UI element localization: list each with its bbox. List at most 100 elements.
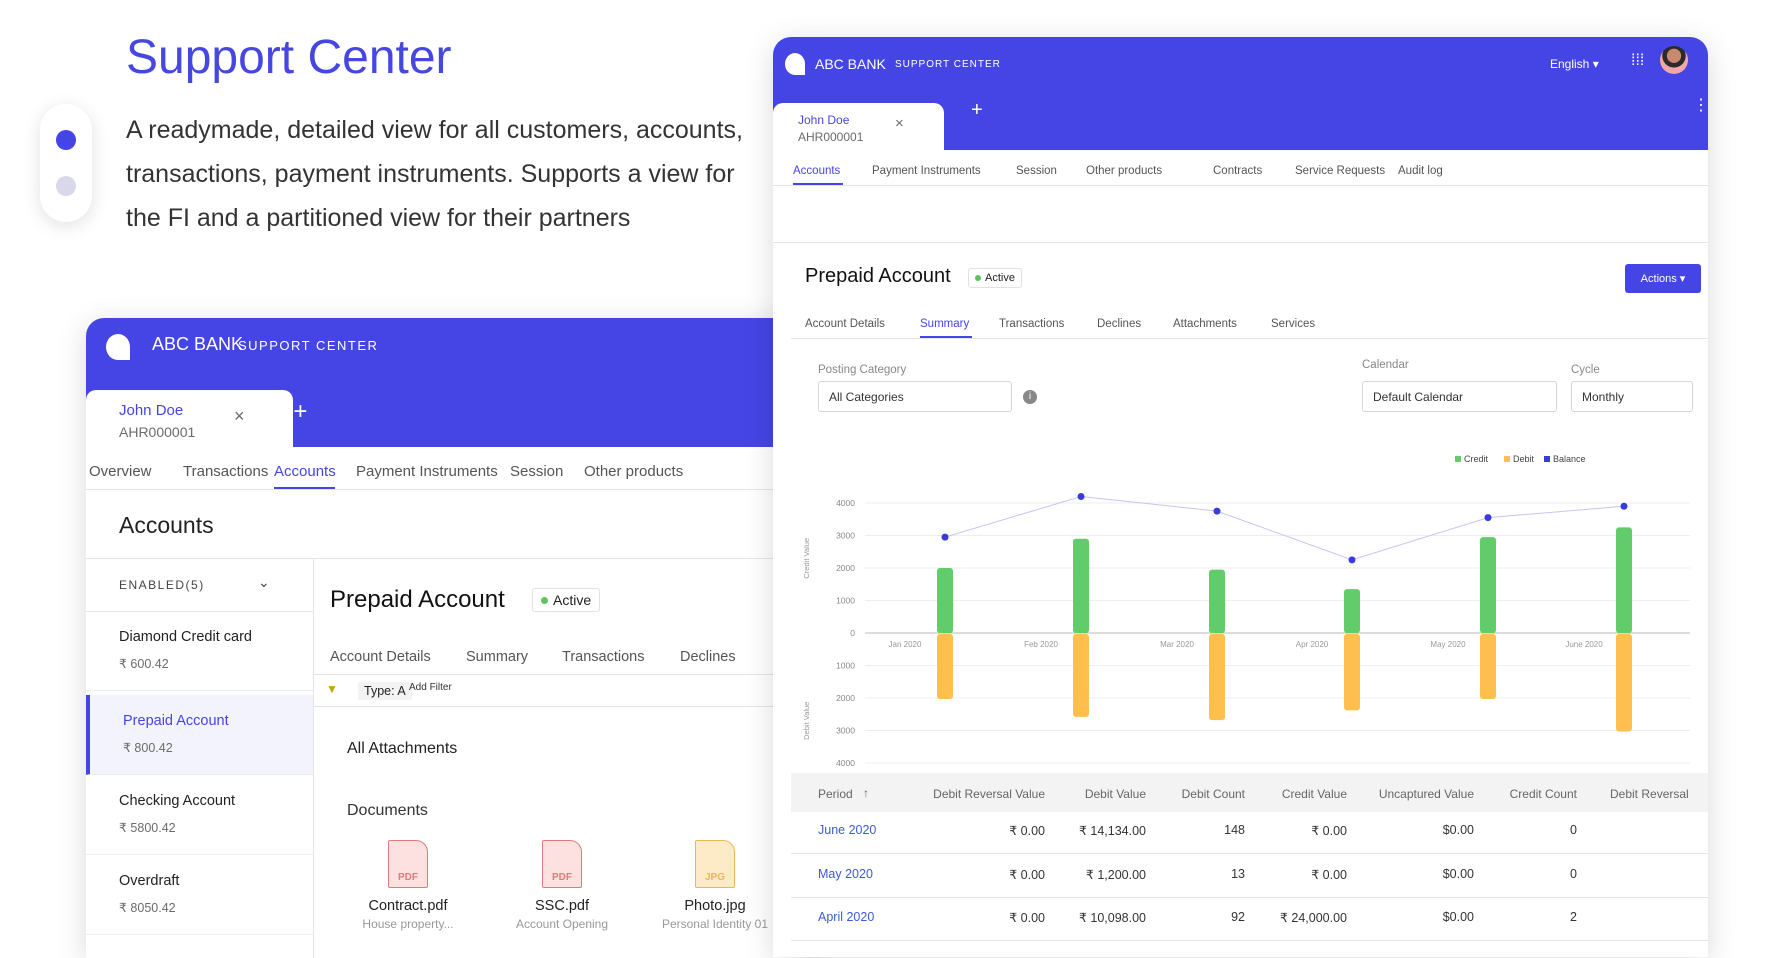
column-header: Debit Reversal Value	[933, 787, 1045, 801]
status-badge: Active	[532, 588, 601, 612]
column-header: Credit Count	[1509, 787, 1577, 801]
account-group[interactable]: ENABLED(5)	[119, 578, 205, 592]
posting-category-label: Posting Category	[818, 364, 907, 376]
info-icon[interactable]: i	[1023, 390, 1037, 404]
pager-dot[interactable]	[56, 176, 76, 196]
x-tick-label: Feb 2020	[1024, 640, 1058, 649]
legend-label: Credit	[1464, 454, 1489, 464]
page-title: Support Center	[126, 31, 452, 84]
tab-payment-instruments[interactable]: Payment Instruments	[356, 463, 498, 480]
subtab-transactions[interactable]: Transactions	[562, 649, 644, 665]
legend-swatch	[1504, 456, 1510, 462]
table-cell: 148	[1224, 823, 1245, 837]
filter-chip[interactable]: Type: A	[358, 682, 412, 700]
subtab-transactions[interactable]: Transactions	[999, 318, 1064, 330]
add-tab-button[interactable]: +	[280, 398, 307, 426]
calendar-select[interactable]: Default Calendar	[1362, 381, 1557, 412]
tab-payment-instruments[interactable]: Payment Instruments	[872, 165, 981, 177]
account-list-item[interactable]: Diamond Credit card ₹ 600.42	[86, 611, 313, 691]
customer-tab[interactable]: John Doe AHR000001 ×	[86, 390, 293, 447]
subtab-declines[interactable]: Declines	[1097, 318, 1141, 330]
status-badge: Active	[968, 268, 1022, 288]
add-filter-button[interactable]: Add Filter	[409, 682, 452, 693]
table-cell: ₹ 0.00	[1311, 868, 1347, 882]
table-cell: ₹ 0.00	[1009, 868, 1045, 882]
period-link[interactable]: April 2020	[818, 910, 874, 924]
pdf-file-icon: PDF	[388, 840, 428, 888]
more-vertical-icon[interactable]: ⋮	[1693, 95, 1708, 115]
balance-point	[1077, 493, 1085, 500]
account-amount: ₹ 800.42	[123, 741, 173, 755]
tab-session[interactable]: Session	[1016, 165, 1057, 177]
subtab-declines[interactable]: Declines	[680, 649, 736, 665]
y-tick-label: 4000	[836, 758, 855, 768]
column-header: Uncaptured Value	[1378, 787, 1474, 801]
account-list-item[interactable]: Prepaid Account ₹ 800.42	[86, 695, 313, 775]
close-icon[interactable]: ×	[895, 115, 904, 132]
period-link[interactable]: May 2020	[818, 867, 873, 881]
table-cell: ₹ 14,134.00	[1078, 824, 1146, 838]
pager-dot-active[interactable]	[56, 130, 76, 150]
table-cell: 0	[1570, 823, 1577, 837]
add-tab-button[interactable]: +	[971, 99, 983, 122]
documents-title: Documents	[347, 802, 428, 819]
account-title: Prepaid Account	[330, 586, 505, 613]
tab-other-products[interactable]: Other products	[1086, 165, 1162, 177]
subtab-account-details[interactable]: Account Details	[805, 318, 885, 330]
right-app-window: ABC BANK SUPPORT CENTER English ▾ ⁞⁞⁞ Jo…	[773, 37, 1708, 957]
bank-logo-icon	[106, 334, 130, 360]
column-header: Debit Value	[1084, 787, 1146, 801]
balance-point	[1620, 502, 1628, 510]
table-cell: 2	[1570, 910, 1577, 924]
y-tick-label: 1000	[836, 661, 855, 671]
subtab-services[interactable]: Services	[1271, 318, 1315, 330]
posting-category-select[interactable]: All Categories	[818, 381, 1012, 412]
pdf-file-icon: PDF	[542, 840, 582, 888]
table-cell: ₹ 0.00	[1311, 824, 1347, 838]
tab-overview[interactable]: Overview	[89, 463, 152, 480]
debit-bar	[1616, 634, 1632, 732]
bank-logo-icon	[785, 53, 805, 75]
account-amount: ₹ 8050.42	[119, 901, 176, 915]
subtab-account-details[interactable]: Account Details	[330, 649, 431, 665]
tab-contracts[interactable]: Contracts	[1213, 165, 1262, 177]
period-link[interactable]: June 2020	[818, 823, 876, 837]
legend-label: Debit	[1513, 454, 1535, 464]
customer-tab[interactable]: John Doe AHR000001 ×	[773, 103, 944, 150]
account-name: Diamond Credit card	[119, 629, 252, 645]
jpg-file-icon: JPG	[695, 840, 735, 888]
language-select[interactable]: English ▾	[1550, 57, 1599, 71]
cycle-select[interactable]: Monthly	[1571, 381, 1693, 412]
x-tick-label: May 2020	[1430, 640, 1466, 649]
x-tick-label: June 2020	[1565, 640, 1603, 649]
table-cell: ₹ 10,098.00	[1078, 911, 1146, 925]
tab-accounts[interactable]: Accounts	[793, 165, 840, 177]
account-list-item[interactable]: Checking Account ₹ 5800.42	[86, 775, 313, 855]
tab-other-products[interactable]: Other products	[584, 463, 683, 480]
subtab-attachments[interactable]: Attachments	[1173, 318, 1237, 330]
tab-session[interactable]: Session	[510, 463, 563, 480]
filter-icon[interactable]: ▼	[326, 682, 338, 696]
actions-button[interactable]: Actions ▾	[1625, 264, 1701, 293]
chevron-down-icon[interactable]: ⌄	[258, 574, 270, 591]
table-cell: 92	[1231, 910, 1245, 924]
slide-pager	[40, 104, 92, 222]
close-icon[interactable]: ×	[234, 406, 245, 427]
legend-swatch	[1455, 456, 1461, 462]
tab-accounts[interactable]: Accounts	[274, 463, 336, 480]
tab-service-requests[interactable]: Service Requests	[1295, 165, 1385, 177]
customer-id: AHR000001	[119, 424, 196, 440]
account-list-item[interactable]: Overdraft ₹ 8050.42	[86, 855, 313, 935]
column-header[interactable]: Period	[818, 787, 853, 801]
sort-ascending-icon[interactable]: ↑	[863, 786, 869, 800]
subtab-summary[interactable]: Summary	[920, 318, 969, 330]
document-item[interactable]: PDF Contract.pdf House property...	[318, 840, 498, 931]
tab-transactions[interactable]: Transactions	[183, 463, 268, 480]
attachments-title: All Attachments	[347, 740, 458, 757]
tab-audit-log[interactable]: Audit log	[1398, 165, 1443, 177]
apps-grid-icon[interactable]: ⁞⁞⁞	[1631, 52, 1644, 70]
customer-name: John Doe	[119, 402, 184, 419]
avatar[interactable]	[1660, 46, 1688, 74]
legend-label: Balance	[1553, 454, 1586, 464]
subtab-summary[interactable]: Summary	[466, 649, 528, 665]
